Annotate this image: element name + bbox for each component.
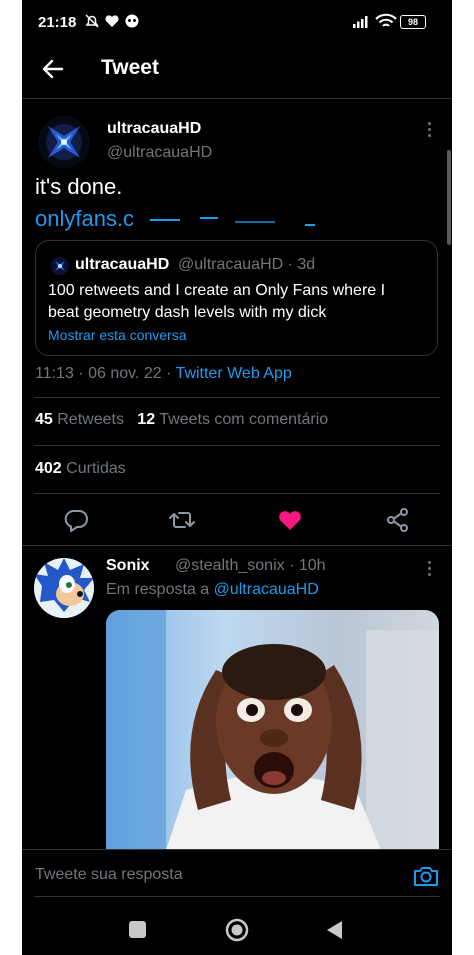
reply-icon[interactable] — [62, 506, 90, 534]
tweet-link-text[interactable]: onlyfans.c — [35, 206, 134, 231]
shocked-man-photo — [106, 610, 439, 850]
author-handle[interactable]: @ultracauaHD — [107, 144, 212, 162]
likes-label: Curtidas — [66, 460, 126, 477]
app-status-icon — [125, 14, 139, 28]
actions-divider — [22, 545, 452, 546]
reply-prefix: Em resposta a — [106, 581, 214, 598]
author-name[interactable]: ultracauaHD — [107, 120, 201, 138]
avatar-logo-icon — [46, 124, 82, 160]
quote-author-name: ultracauaHD — [75, 256, 170, 273]
retweets-count: 45 — [35, 411, 53, 428]
show-thread-link[interactable]: Mostrar esta conversa — [48, 327, 187, 343]
battery-icon: 98 — [400, 15, 426, 29]
quote-avatar — [51, 257, 69, 275]
retweet-stats[interactable]: 45 Retweets 12 Tweets com comentário — [35, 411, 328, 429]
sonic-avatar-icon — [34, 558, 94, 618]
mute-icon — [85, 14, 99, 28]
retweet-icon[interactable] — [168, 506, 196, 534]
tweet-source[interactable]: Twitter Web App — [176, 365, 292, 382]
quotes-count: 12 — [137, 411, 156, 428]
quote-text: 100 retweets and I create an Only Fans w… — [48, 282, 386, 321]
reply-more-icon[interactable] — [428, 561, 432, 579]
nav-home-icon[interactable] — [224, 917, 250, 943]
signal-icon — [353, 16, 368, 28]
reply-avatar[interactable] — [34, 558, 94, 618]
screen: 21:18 98 Tweet ultracauaHD @ultracauaHD … — [22, 0, 452, 955]
stats-divider-bottom — [34, 493, 440, 494]
tweet-text: it's done. — [35, 174, 123, 199]
stats-divider-top — [34, 397, 440, 398]
reply-media-image[interactable] — [106, 610, 439, 850]
heart-icon[interactable] — [276, 506, 304, 534]
quotes-label: Tweets com comentário — [159, 411, 329, 428]
reply-input[interactable]: Tweete sua resposta — [35, 866, 183, 884]
stats-divider-mid — [34, 445, 440, 446]
composer-divider — [35, 896, 440, 897]
reply-to-link[interactable]: @ultracauaHD — [214, 581, 319, 598]
reply-author-name[interactable]: Sonix — [106, 557, 150, 575]
wifi-icon — [375, 13, 397, 27]
battery-level: 98 — [407, 17, 418, 27]
heart-status-icon — [105, 15, 119, 27]
scrollbar[interactable] — [447, 150, 451, 245]
tweet-more-icon[interactable] — [428, 122, 432, 140]
reply-to-line: Em resposta a @ultracauaHD — [106, 581, 319, 599]
tweet-link[interactable]: onlyfans.c — [35, 206, 320, 232]
system-nav-bar — [22, 900, 452, 955]
status-time: 21:18 — [38, 14, 77, 31]
nav-back-icon[interactable] — [324, 919, 344, 941]
tweet-date: 11:13 · 06 nov. 22 · — [35, 365, 176, 382]
retweets-label: Retweets — [57, 411, 124, 428]
redacted-link-scribble — [140, 215, 320, 227]
likes-stats[interactable]: 402 Curtidas — [35, 460, 126, 478]
nav-recents-icon[interactable] — [129, 921, 146, 938]
camera-icon[interactable] — [412, 862, 440, 890]
page-title: Tweet — [101, 56, 159, 79]
likes-count: 402 — [35, 460, 62, 477]
header-divider — [22, 98, 452, 99]
quote-author-handle: @ultracauaHD · 3d — [178, 256, 316, 273]
author-avatar[interactable] — [38, 116, 90, 168]
share-icon[interactable] — [384, 506, 412, 534]
reply-author-handle[interactable]: @stealth_sonix · 10h — [175, 557, 326, 575]
tweet-timestamp: 11:13 · 06 nov. 22 · Twitter Web App — [35, 365, 292, 383]
back-arrow-icon[interactable] — [38, 54, 68, 84]
